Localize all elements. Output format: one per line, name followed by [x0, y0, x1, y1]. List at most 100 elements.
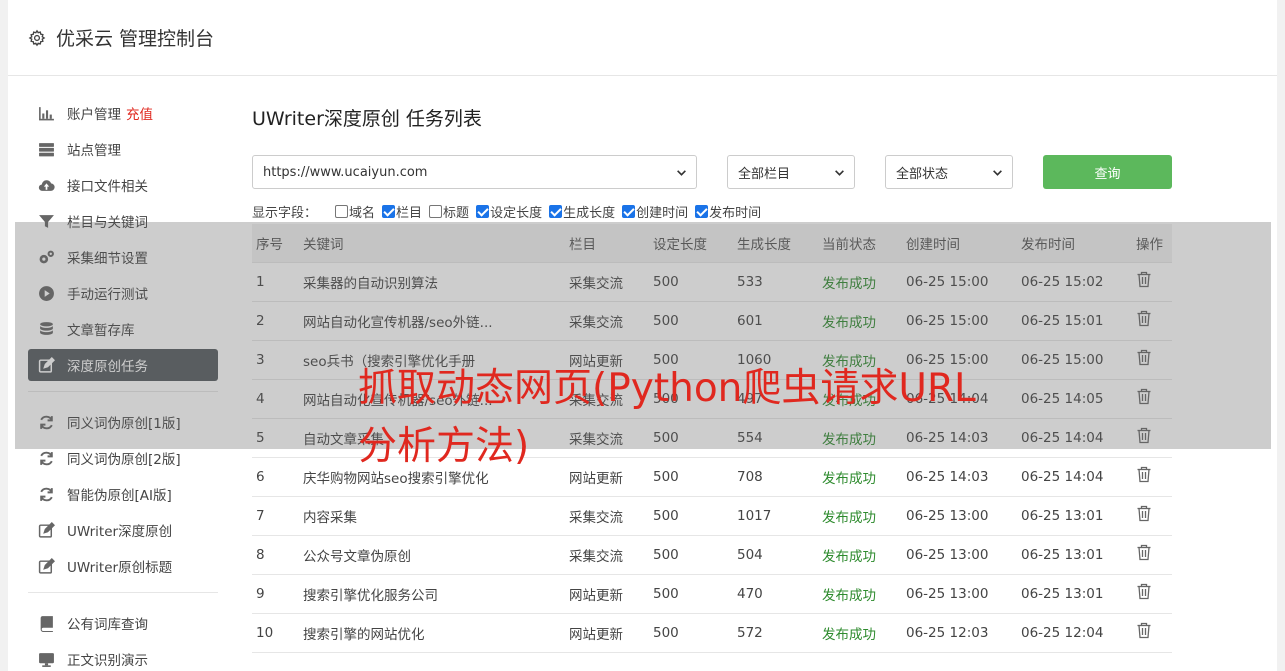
row-created: 06-25 12:03 [902, 612, 1017, 653]
sidebar-item-uwriter-deep[interactable]: UWriter深度原创 [28, 514, 218, 546]
row-column: 采集交流 [565, 534, 649, 574]
row-published: 06-25 14:04 [1017, 456, 1132, 496]
sidebar-item-label: 接口文件相关 [67, 179, 148, 195]
app-title: 优采云 管理控制台 [56, 28, 215, 50]
checkbox-label: 发布时间 [709, 205, 762, 221]
server-icon [39, 142, 54, 156]
sidebar-item-interface-files[interactable]: 接口文件相关 [28, 169, 218, 201]
sidebar-item-account[interactable]: 账户管理 充值 [28, 97, 218, 129]
column-select-value: 全部栏目 [738, 166, 791, 182]
query-button[interactable]: 查询 [1043, 155, 1172, 189]
sidebar-item-label: 同义词伪原创[2版] [67, 452, 181, 468]
status-select[interactable]: 全部状态 [885, 155, 1013, 189]
row-keyword[interactable]: 搜索引擎的网站优化 [299, 612, 565, 653]
sidebar-item-sites[interactable]: 站点管理 [28, 133, 218, 165]
sidebar-item-label: 智能伪原创[AI版] [67, 488, 172, 504]
row-set-length: 500 [649, 495, 733, 535]
checkbox[interactable] [382, 204, 396, 218]
site-select-value: https://www.ucaiyun.com [263, 164, 428, 180]
chevron-down-icon [993, 170, 1002, 176]
field-checkbox-gen-length[interactable]: 生成长度 [549, 202, 615, 221]
row-index: 6 [252, 456, 299, 496]
edit-icon [38, 521, 55, 538]
page-title: UWriter深度原创 任务列表 [252, 108, 482, 130]
checkbox-label: 域名 [349, 205, 376, 221]
edit-icon [38, 557, 55, 574]
site-select[interactable]: https://www.ucaiyun.com [252, 155, 697, 189]
table-row: 7 内容采集 采集交流 500 1017 发布成功 06-25 13:00 06-25 13:… [252, 495, 1172, 535]
sidebar-divider [28, 592, 218, 593]
field-checkbox-domain[interactable]: 域名 [335, 202, 375, 221]
sidebar-item-label: UWriter深度原创 [67, 524, 173, 540]
row-column: 采集交流 [565, 495, 649, 535]
row-index: 8 [252, 534, 299, 574]
checkbox-label: 标题 [443, 205, 470, 221]
row-created: 06-25 13:00 [902, 534, 1017, 574]
sidebar-item-text-recognition[interactable]: 正文识别演示 [28, 643, 218, 671]
sidebar-item-label: 公有词库查询 [67, 617, 148, 633]
sidebar-item-public-lexicon[interactable]: 公有词库查询 [28, 607, 218, 639]
display-fields-label: 显示字段： [252, 205, 318, 221]
row-published: 06-25 13:01 [1017, 534, 1132, 574]
filter-bar: https://www.ucaiyun.com 全部栏目 全部状态 查询 [252, 155, 1172, 189]
checkbox-label: 创建时间 [636, 205, 689, 221]
row-published: 06-25 12:04 [1017, 612, 1132, 653]
column-select[interactable]: 全部栏目 [727, 155, 855, 189]
row-gen-length: 572 [733, 612, 818, 653]
row-actions [1132, 456, 1172, 496]
row-index: 9 [252, 573, 299, 613]
row-published: 06-25 13:01 [1017, 495, 1132, 535]
row-actions [1132, 495, 1172, 535]
checkbox[interactable] [476, 204, 490, 218]
trash-icon[interactable] [1136, 622, 1152, 639]
trash-icon[interactable] [1136, 583, 1152, 600]
row-keyword[interactable]: 公众号文章伪原创 [299, 534, 565, 574]
row-keyword[interactable]: 搜索引擎优化服务公司 [299, 573, 565, 613]
row-status: 发布成功 [818, 612, 902, 653]
sidebar-item-uwriter-title[interactable]: UWriter原创标题 [28, 550, 218, 582]
trash-icon[interactable] [1136, 466, 1152, 483]
row-set-length: 500 [649, 573, 733, 613]
field-checkbox-column[interactable]: 栏目 [382, 202, 422, 221]
status-select-value: 全部状态 [896, 166, 949, 182]
article-title-banner: 抓取动态网页(Python爬虫请求URL分析方法) [358, 366, 976, 469]
row-status: 发布成功 [818, 534, 902, 574]
row-column: 网站更新 [565, 612, 649, 653]
field-checkbox-title[interactable]: 标题 [429, 202, 469, 221]
row-actions [1132, 612, 1172, 653]
checkbox[interactable] [429, 204, 443, 218]
trash-icon[interactable] [1136, 544, 1152, 561]
chevron-down-icon [835, 170, 844, 176]
row-column: 网站更新 [565, 573, 649, 613]
table-row: 10 搜索引擎的网站优化 网站更新 500 572 发布成功 06-25 12:03 06-2… [252, 612, 1172, 653]
row-gen-length: 504 [733, 534, 818, 574]
row-published: 06-25 13:01 [1017, 573, 1132, 613]
row-actions [1132, 573, 1172, 613]
sidebar-item-ai-rewrite[interactable]: 智能伪原创[AI版] [28, 478, 218, 510]
display-fields: 显示字段： 域名 栏目 标题 设定长度 生成长度 创建时间 发布时间 [252, 201, 1172, 221]
field-checkbox-published[interactable]: 发布时间 [695, 202, 761, 221]
checkbox-label: 栏目 [396, 205, 423, 221]
checkbox[interactable] [335, 204, 349, 218]
refresh-icon [40, 451, 53, 465]
book-icon [40, 615, 53, 632]
row-actions [1132, 534, 1172, 574]
checkbox[interactable] [549, 204, 563, 218]
row-index: 7 [252, 495, 299, 535]
sidebar-item-label: 正文识别演示 [67, 653, 148, 669]
row-index: 10 [252, 612, 299, 653]
row-keyword[interactable]: 内容采集 [299, 495, 565, 535]
table-row: 9 搜索引擎优化服务公司 网站更新 500 470 发布成功 06-25 13:00 06-2… [252, 573, 1172, 613]
checkbox[interactable] [695, 204, 709, 218]
field-checkbox-set-length[interactable]: 设定长度 [476, 202, 542, 221]
row-gen-length: 470 [733, 573, 818, 613]
trash-icon[interactable] [1136, 505, 1152, 522]
cloud-upload-icon [38, 179, 55, 191]
row-status: 发布成功 [818, 495, 902, 535]
field-checkbox-created[interactable]: 创建时间 [622, 202, 688, 221]
refresh-icon [40, 487, 53, 501]
chevron-down-icon [677, 170, 686, 176]
checkbox[interactable] [622, 204, 636, 218]
row-created: 06-25 13:00 [902, 495, 1017, 535]
recharge-link[interactable]: 充值 [126, 103, 153, 123]
